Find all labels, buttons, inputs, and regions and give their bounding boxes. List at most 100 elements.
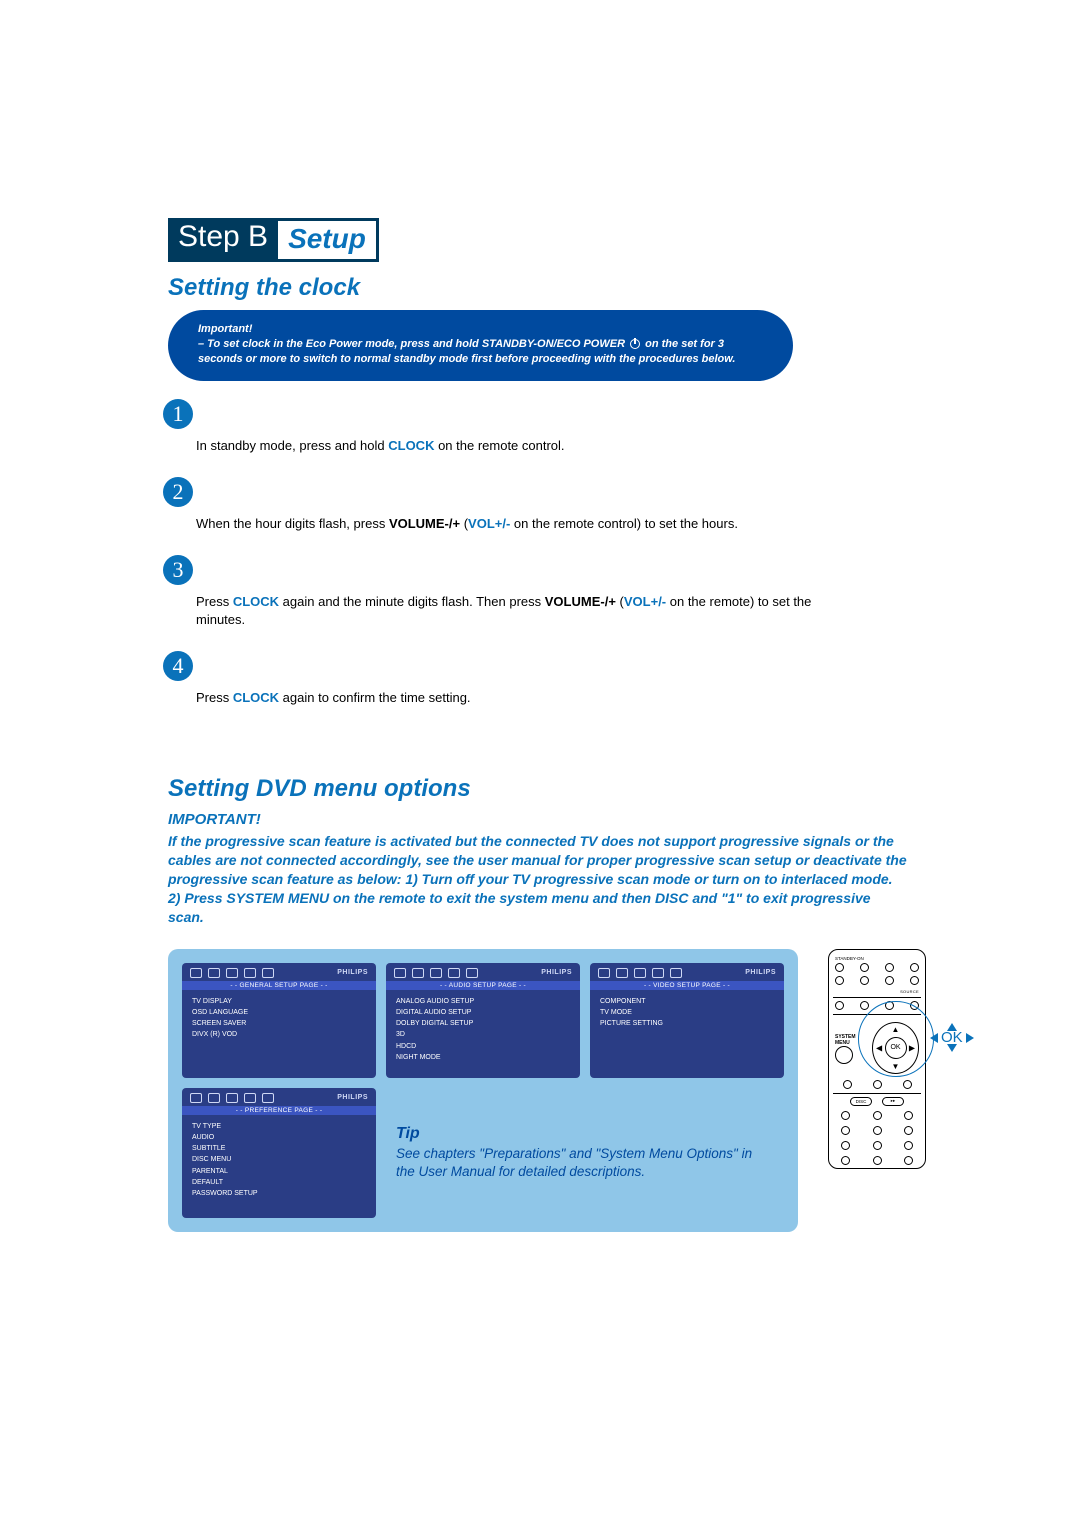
important-body: – To set clock in the Eco Power mode, pr… <box>198 337 763 367</box>
menu-item: DEFAULT <box>192 1177 366 1188</box>
important-body-before: – To set clock in the Eco Power mode, pr… <box>198 338 628 350</box>
tab-icon <box>448 968 460 978</box>
menu-item: 3D <box>396 1029 570 1040</box>
tab-icon <box>412 968 424 978</box>
menu-card-general: PHILIPS - - GENERAL SETUP PAGE - - TV DI… <box>182 963 376 1078</box>
divider <box>833 1093 921 1094</box>
kw-clock: CLOCK <box>388 438 434 453</box>
menu-item: PARENTAL <box>192 1166 366 1177</box>
menu-item: DIVX (R) VOD <box>192 1029 366 1040</box>
tab-icon <box>208 968 220 978</box>
remote-button <box>904 1126 913 1135</box>
tab-icon <box>190 1093 202 1103</box>
remote-button <box>860 1001 869 1010</box>
menu-item: DIGITAL AUDIO SETUP <box>396 1007 570 1018</box>
t: again to confirm the time setting. <box>279 690 470 705</box>
menu-panel: PHILIPS - - GENERAL SETUP PAGE - - TV DI… <box>168 949 798 1232</box>
menu-item: SCREEN SAVER <box>192 1018 366 1029</box>
remote-button <box>873 1156 882 1165</box>
figure-row: PHILIPS - - GENERAL SETUP PAGE - - TV DI… <box>168 949 928 1232</box>
remote-button <box>835 976 844 985</box>
tab-icon <box>262 968 274 978</box>
kw-volume: VOLUME-/+ <box>389 516 460 531</box>
menu-card-audio: PHILIPS - - AUDIO SETUP PAGE - - ANALOG … <box>386 963 580 1078</box>
t: Press <box>196 690 233 705</box>
menu-iconbar: PHILIPS <box>182 1088 376 1106</box>
step-b-badge-light: Setup <box>278 218 379 262</box>
menu-item: TV MODE <box>600 1007 774 1018</box>
kw-clock: CLOCK <box>233 690 279 705</box>
t: Press <box>196 594 233 609</box>
t: on the remote control. <box>434 438 564 453</box>
menu-item: SUBTITLE <box>192 1143 366 1154</box>
page: Step B Setup Setting the clock Important… <box>168 218 928 1232</box>
tab-icon <box>616 968 628 978</box>
menu-title-video: - - VIDEO SETUP PAGE - - <box>590 981 784 990</box>
menu-iconbar: PHILIPS <box>590 963 784 981</box>
menu-item: HDCD <box>396 1041 570 1052</box>
remote-button <box>835 1001 844 1010</box>
highlight-ring-icon <box>858 1001 934 1077</box>
tab-icon <box>226 968 238 978</box>
clock-steps: 1 In standby mode, press and hold CLOCK … <box>168 399 928 708</box>
section-title-dvd: Setting DVD menu options <box>168 775 928 803</box>
transport-pill: ▸▸ <box>882 1097 904 1106</box>
tab-icon <box>244 968 256 978</box>
important-bubble: Important! – To set clock in the Eco Pow… <box>168 310 793 381</box>
menu-item: TV TYPE <box>192 1121 366 1132</box>
step-text-3: Press CLOCK again and the minute digits … <box>196 593 816 629</box>
menu-title-pref: - - PREFERENCE PAGE - - <box>182 1106 376 1115</box>
menu-list-general: TV DISPLAY OSD LANGUAGE SCREEN SAVER DIV… <box>182 990 376 1047</box>
remote-button <box>904 1156 913 1165</box>
menu-title-audio: - - AUDIO SETUP PAGE - - <box>386 981 580 990</box>
tab-icon <box>262 1093 274 1103</box>
menu-item: ANALOG AUDIO SETUP <box>396 996 570 1007</box>
ok-highlight: OK <box>930 1023 974 1053</box>
remote-button <box>904 1141 913 1150</box>
t: When the hour digits flash, press <box>196 516 389 531</box>
system-menu-button <box>835 1046 853 1064</box>
tab-icon <box>652 968 664 978</box>
kw-volume: VOLUME-/+ <box>545 594 616 609</box>
remote-button <box>873 1080 882 1089</box>
brand-label: PHILIPS <box>337 1094 368 1101</box>
remote-button <box>873 1141 882 1150</box>
menu-list-audio: ANALOG AUDIO SETUP DIGITAL AUDIO SETUP D… <box>386 990 580 1069</box>
section-title-clock: Setting the clock <box>168 274 928 302</box>
remote-button <box>841 1141 850 1150</box>
step-number-1: 1 <box>163 399 193 429</box>
tab-icon <box>634 968 646 978</box>
menu-item: DOLBY DIGITAL SETUP <box>396 1018 570 1029</box>
remote-button <box>835 963 844 972</box>
remote-button <box>873 1126 882 1135</box>
remote-button <box>873 1111 882 1120</box>
tab-icon <box>466 968 478 978</box>
menu-item: TV DISPLAY <box>192 996 366 1007</box>
kw-vol: VOL+/- <box>624 594 666 609</box>
tab-icon <box>190 968 202 978</box>
source-label: SOURCE <box>835 989 919 994</box>
step-number-4: 4 <box>163 651 193 681</box>
tip-label: Tip <box>396 1125 774 1143</box>
step-number-2: 2 <box>163 477 193 507</box>
tab-icon <box>244 1093 256 1103</box>
important-label: Important! <box>198 322 763 337</box>
menu-item: COMPONENT <box>600 996 774 1007</box>
step-text-2: When the hour digits flash, press VOLUME… <box>196 515 816 533</box>
button-grid <box>835 1111 919 1165</box>
important2-body: If the progressive scan feature is activ… <box>168 832 908 926</box>
t: In standby mode, press and hold <box>196 438 388 453</box>
menu-item: OSD LANGUAGE <box>192 1007 366 1018</box>
menu-iconbar: PHILIPS <box>182 963 376 981</box>
menu-card-video: PHILIPS - - VIDEO SETUP PAGE - - COMPONE… <box>590 963 784 1078</box>
standby-label: STANDBY-ON <box>835 956 919 961</box>
section-dvd-menu: Setting DVD menu options IMPORTANT! If t… <box>168 775 928 1231</box>
arrow-right-icon <box>966 1033 974 1043</box>
tab-icon <box>394 968 406 978</box>
tip-body: See chapters "Preparations" and "System … <box>396 1145 774 1181</box>
step-text-1: In standby mode, press and hold CLOCK on… <box>196 437 816 455</box>
step-text-4: Press CLOCK again to confirm the time se… <box>196 689 816 707</box>
important2-label: IMPORTANT! <box>168 811 928 828</box>
menu-item: AUDIO <box>192 1132 366 1143</box>
t: again and the minute digits flash. Then … <box>279 594 545 609</box>
